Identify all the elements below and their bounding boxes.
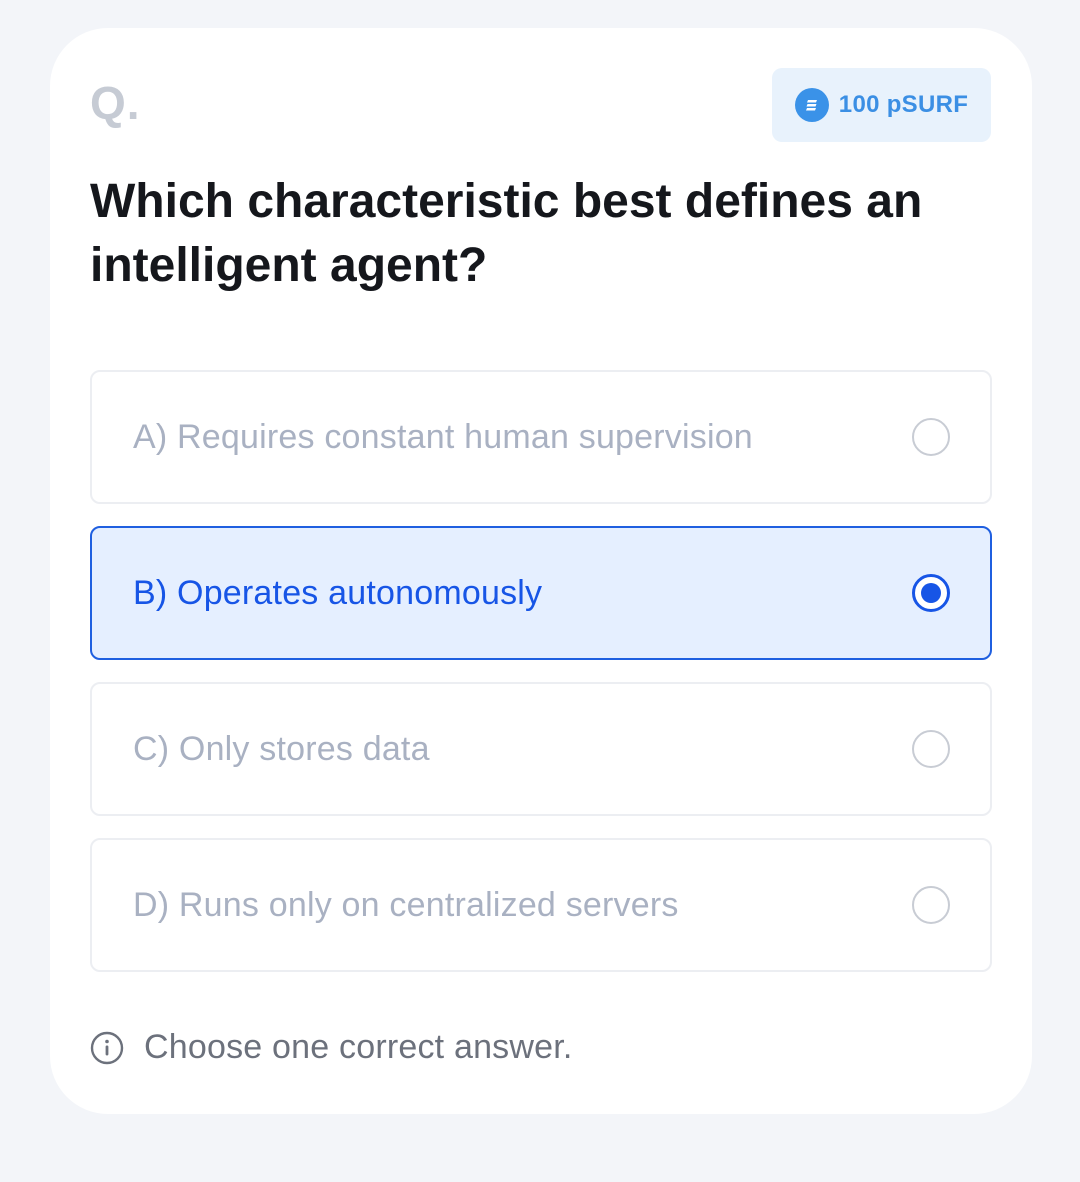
option-c[interactable]: C) Only stores data [90, 682, 992, 816]
option-a[interactable]: A) Requires constant human supervision [90, 370, 992, 504]
hint: Choose one correct answer. [90, 1028, 573, 1067]
radio-button[interactable] [912, 886, 950, 924]
coin-icon [794, 88, 829, 122]
info-icon [90, 1031, 124, 1064]
option-b[interactable]: B) Operates autonomously [90, 526, 992, 660]
quiz-card: Q. 100 pSURF Which characteristic best d… [50, 28, 1032, 1114]
option-label: D) Runs only on centralized servers [133, 885, 679, 924]
option-d[interactable]: D) Runs only on centralized servers [90, 838, 992, 972]
reward-badge: 100 pSURF [772, 68, 991, 142]
radio-button-checked[interactable] [912, 574, 950, 612]
option-label: B) Operates autonomously [133, 573, 543, 612]
radio-button[interactable] [912, 418, 950, 456]
question-text: Which characteristic best defines an int… [90, 175, 923, 292]
reward-amount: 100 pSURF [838, 91, 969, 118]
question-marker: Q. [90, 77, 141, 129]
option-label: A) Requires constant human supervision [133, 417, 753, 456]
option-label: C) Only stores data [133, 729, 430, 768]
hint-text: Choose one correct answer. [144, 1028, 573, 1066]
answer-options: A) Requires constant human supervision B… [90, 370, 992, 994]
radio-button[interactable] [912, 730, 950, 768]
